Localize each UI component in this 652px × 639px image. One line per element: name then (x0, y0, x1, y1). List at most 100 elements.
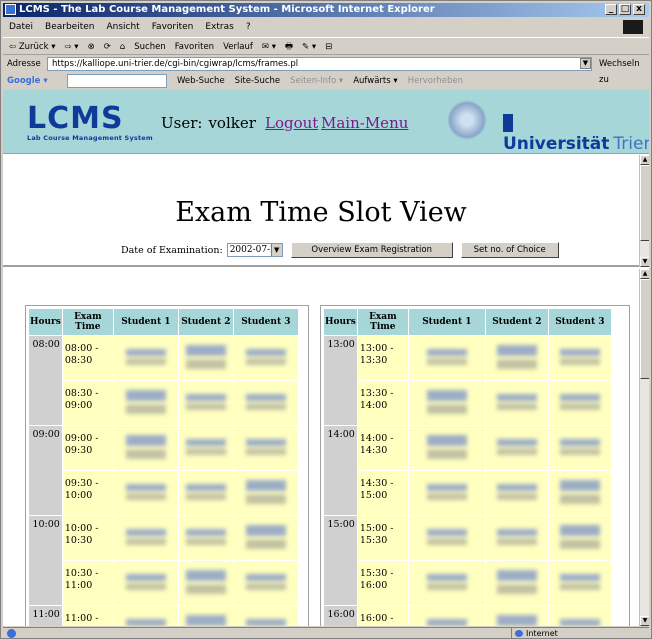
student-3-cell[interactable] (548, 381, 611, 425)
discuss-icon[interactable]: ⊟ (325, 38, 332, 54)
web-search-button[interactable]: Web-Suche (177, 73, 225, 89)
security-zone: Internet (511, 628, 621, 639)
student-3-cell[interactable] (233, 336, 298, 380)
scroll-thumb[interactable] (640, 165, 649, 241)
set-choice-button[interactable]: Set no. of Choice (460, 242, 559, 258)
search-button[interactable]: Suchen (134, 38, 165, 54)
student-3-cell[interactable] (233, 426, 298, 470)
student-3-cell[interactable] (548, 471, 611, 515)
student-1-cell[interactable] (113, 516, 178, 560)
student-2-cell[interactable] (485, 426, 548, 470)
student-2-cell[interactable] (485, 336, 548, 380)
student-2-cell[interactable] (178, 606, 233, 626)
minimize-button[interactable]: _ (605, 4, 617, 15)
student-1-cell[interactable] (113, 426, 178, 470)
student-1-cell[interactable] (113, 471, 178, 515)
student-2-cell[interactable] (485, 516, 548, 560)
address-label: Adresse (7, 59, 41, 69)
student-3-cell[interactable] (233, 561, 298, 605)
student-1-cell[interactable] (408, 471, 485, 515)
student-1-cell[interactable] (408, 426, 485, 470)
student-2-cell[interactable] (485, 606, 548, 626)
menu-ansicht[interactable]: Ansicht (106, 19, 139, 35)
table-row: 09:00 09:00 - 09:30 (29, 426, 298, 515)
refresh-icon[interactable]: ⟳ (104, 38, 111, 54)
menu-datei[interactable]: Datei (9, 19, 33, 35)
exam-time-cell: 14:00 - 14:30 (357, 426, 408, 470)
stop-icon[interactable]: ⊗ (88, 38, 95, 54)
date-select[interactable]: 2002-07-22 ▼ (226, 243, 283, 257)
edit-icon[interactable]: ✎ ▾ (302, 38, 316, 54)
student-3-cell[interactable] (233, 381, 298, 425)
history-button[interactable]: Verlauf (223, 38, 253, 54)
student-2-cell[interactable] (485, 561, 548, 605)
address-dropdown-icon[interactable]: ▼ (580, 58, 591, 69)
student-3-cell[interactable] (548, 336, 611, 380)
student-2-cell[interactable] (178, 471, 233, 515)
student-3-cell[interactable] (233, 471, 298, 515)
print-icon[interactable]: 🖶 (285, 38, 293, 54)
redacted-student-name (559, 393, 600, 410)
main-frame-scrollbar[interactable]: ▲ ▼ (639, 269, 649, 626)
scroll-thumb[interactable] (640, 279, 649, 379)
student-3-cell[interactable] (233, 516, 298, 560)
maximize-button[interactable]: □ (619, 4, 631, 15)
student-1-cell[interactable] (408, 561, 485, 605)
student-2-cell[interactable] (178, 561, 233, 605)
student-1-cell[interactable] (408, 606, 485, 626)
col-student-3: Student 3 (548, 309, 611, 335)
redacted-student-name (496, 483, 537, 500)
main-menu-link[interactable]: Main-Menu (321, 114, 408, 132)
student-2-cell[interactable] (178, 336, 233, 380)
menu-help[interactable]: ? (246, 19, 251, 35)
google-toolbar: Google ▾ Web-Suche Site-Suche Seiten-Inf… (3, 73, 649, 89)
scroll-down-icon[interactable]: ▼ (640, 257, 649, 267)
student-1-cell[interactable] (113, 381, 178, 425)
student-3-cell[interactable] (233, 606, 298, 626)
col-student-2: Student 2 (485, 309, 548, 335)
scroll-up-icon[interactable]: ▲ (640, 155, 649, 165)
student-2-cell[interactable] (178, 426, 233, 470)
home-icon[interactable]: ⌂ (120, 38, 125, 54)
table-row: 10:00 10:00 - 10:30 (29, 516, 298, 605)
student-3-cell[interactable] (548, 606, 611, 626)
student-3-cell[interactable] (548, 426, 611, 470)
mail-icon[interactable]: ✉ ▾ (262, 38, 276, 54)
back-button[interactable]: ⇦ Zurück ▾ (9, 38, 55, 54)
student-3-cell[interactable] (548, 561, 611, 605)
google-search-input[interactable] (67, 74, 167, 88)
student-1-cell[interactable] (408, 336, 485, 380)
overview-registration-button[interactable]: Overview Exam Registration (290, 242, 453, 258)
favorites-button[interactable]: Favoriten (175, 38, 214, 54)
site-search-button[interactable]: Site-Suche (235, 73, 280, 89)
close-button[interactable]: x (633, 4, 645, 15)
menu-extras[interactable]: Extras (205, 19, 233, 35)
student-1-cell[interactable] (113, 606, 178, 626)
student-1-cell[interactable] (113, 336, 178, 380)
forward-button[interactable]: ⇨ ▾ (64, 38, 78, 54)
student-1-cell[interactable] (113, 561, 178, 605)
user-label: User: (161, 114, 203, 132)
top-frame-scrollbar[interactable]: ▲ ▼ (639, 155, 649, 267)
menu-favoriten[interactable]: Favoriten (152, 19, 194, 35)
google-logo[interactable]: Google ▾ (7, 73, 48, 89)
logout-link[interactable]: Logout (265, 114, 318, 132)
table-row: 10:30 - 11:00 (29, 561, 298, 605)
redacted-student-name (125, 618, 166, 626)
menu-bearbeiten[interactable]: Bearbeiten (45, 19, 94, 35)
scroll-up-icon[interactable]: ▲ (640, 269, 649, 279)
student-1-cell[interactable] (408, 516, 485, 560)
page-info-button[interactable]: Seiten-Info ▾ (290, 73, 343, 89)
student-3-cell[interactable] (548, 516, 611, 560)
student-2-cell[interactable] (485, 381, 548, 425)
up-button[interactable]: Aufwärts ▾ (353, 73, 397, 89)
student-2-cell[interactable] (178, 381, 233, 425)
student-2-cell[interactable] (178, 516, 233, 560)
student-2-cell[interactable] (485, 471, 548, 515)
user-name: volker (208, 114, 256, 132)
address-input[interactable]: https://kalliope.uni-trier.de/cgi-bin/cg… (47, 57, 592, 71)
student-1-cell[interactable] (408, 381, 485, 425)
highlight-button[interactable]: Hervorheben (408, 73, 463, 89)
redacted-student-name (245, 573, 286, 590)
scroll-down-icon[interactable]: ▼ (640, 616, 649, 626)
